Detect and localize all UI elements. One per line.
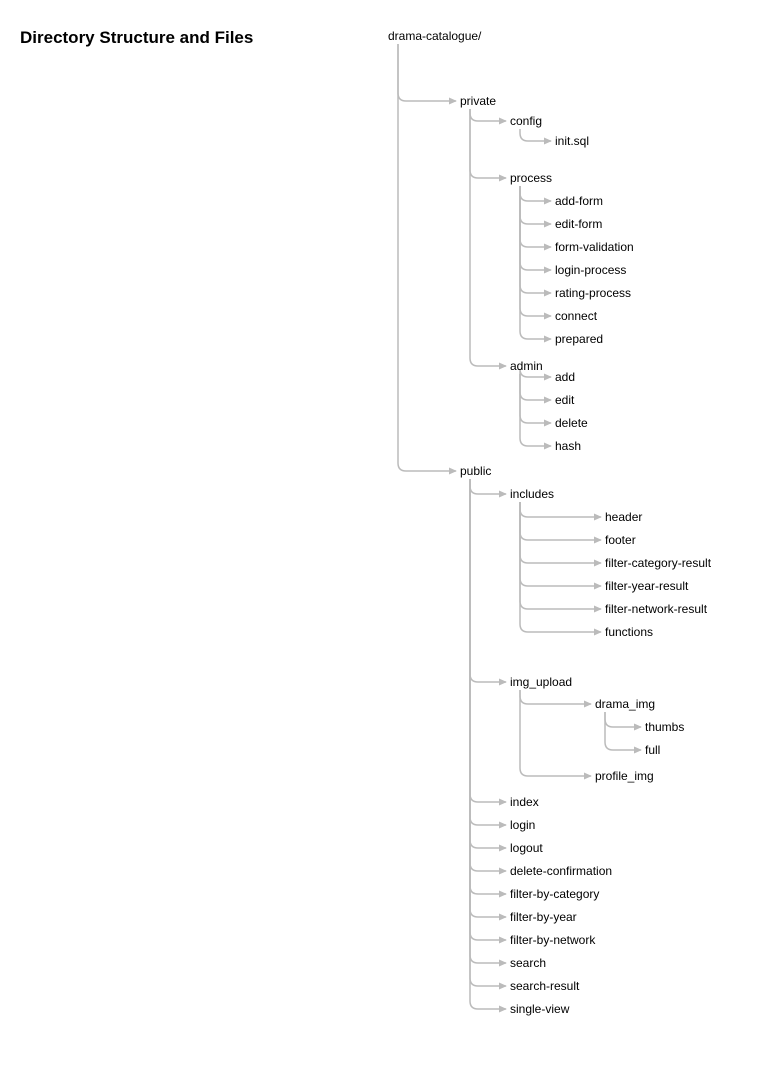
tree-node-label: thumbs <box>645 720 684 734</box>
tree-node-label: add <box>555 370 575 384</box>
tree-node-label: logout <box>510 841 543 855</box>
tree-connector <box>470 479 506 682</box>
tree-connector <box>398 44 456 101</box>
tree-connector <box>470 109 506 121</box>
tree-node-label: functions <box>605 625 653 639</box>
tree-node-label: search-result <box>510 979 580 993</box>
tree-node-label: drama_img <box>595 697 655 711</box>
tree-connector <box>520 186 551 293</box>
tree-node-label: rating-process <box>555 286 631 300</box>
tree-connector <box>520 186 551 316</box>
tree-node-label: hash <box>555 439 581 453</box>
tree-connector <box>520 374 551 446</box>
tree-node-label: filter-category-result <box>605 556 712 570</box>
tree-connector <box>520 186 551 201</box>
tree-connector <box>520 502 601 563</box>
tree-node-label: profile_img <box>595 769 654 783</box>
tree-connector <box>520 690 591 776</box>
tree-node-label: includes <box>510 487 554 501</box>
tree-connector <box>605 712 641 727</box>
tree-node-label: footer <box>605 533 636 547</box>
tree-connector <box>520 502 601 517</box>
tree-node-label: header <box>605 510 642 524</box>
tree-connector <box>520 186 551 270</box>
tree-connector <box>470 479 506 894</box>
tree-connector <box>520 186 551 224</box>
tree-node-label: delete-confirmation <box>510 864 612 878</box>
tree-node-label: login <box>510 818 535 832</box>
tree-connector <box>470 479 506 825</box>
tree-node-label: prepared <box>555 332 603 346</box>
tree-connector <box>520 129 551 141</box>
tree-connector <box>398 44 456 471</box>
tree-node-label: full <box>645 743 660 757</box>
tree-connector <box>520 374 551 423</box>
tree-connector <box>470 479 506 871</box>
tree-connector <box>520 502 601 540</box>
tree-node-label: edit-form <box>555 217 602 231</box>
tree-node-label: filter-by-year <box>510 910 577 924</box>
tree-node-label: login-process <box>555 263 626 277</box>
tree-connector <box>520 502 601 632</box>
tree-node-label: config <box>510 114 542 128</box>
tree-node-label: process <box>510 171 552 185</box>
tree-node-label: form-validation <box>555 240 634 254</box>
tree-connector <box>470 479 506 802</box>
tree-node-label: drama-catalogue/ <box>388 29 482 43</box>
tree-connector <box>470 479 506 1009</box>
tree-connector <box>470 109 506 178</box>
tree-connector <box>520 374 551 400</box>
tree-connector <box>470 479 506 848</box>
tree-node-label: add-form <box>555 194 603 208</box>
tree-node-label: delete <box>555 416 588 430</box>
tree-connector <box>470 479 506 963</box>
tree-node-label: img_upload <box>510 675 572 689</box>
tree-node-label: single-view <box>510 1002 570 1016</box>
tree-connector <box>520 502 601 586</box>
tree-connector <box>470 479 506 986</box>
tree-node-label: index <box>510 795 539 809</box>
tree-node-label: public <box>460 464 491 478</box>
tree-connector <box>470 479 506 494</box>
tree-node-label: filter-year-result <box>605 579 689 593</box>
tree-node-label: filter-network-result <box>605 602 708 616</box>
tree-node-label: filter-by-category <box>510 887 599 901</box>
tree-connector <box>470 109 506 366</box>
directory-tree-diagram: drama-catalogue/private config init.sql pro… <box>0 0 782 1077</box>
tree-connector <box>520 502 601 609</box>
tree-connector <box>470 479 506 917</box>
tree-node-label: filter-by-network <box>510 933 596 947</box>
tree-node-label: private <box>460 94 496 108</box>
tree-node-label: connect <box>555 309 598 323</box>
tree-node-label: init.sql <box>555 134 589 148</box>
tree-node-label: edit <box>555 393 575 407</box>
tree-connector <box>520 186 551 247</box>
tree-connector <box>520 690 591 704</box>
tree-node-label: admin <box>510 359 543 373</box>
tree-connector <box>605 712 641 750</box>
tree-node-label: search <box>510 956 546 970</box>
